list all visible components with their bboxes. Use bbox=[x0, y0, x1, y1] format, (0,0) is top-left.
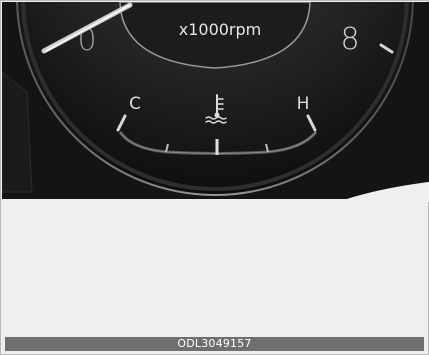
image-code-caption: ODL3049157 bbox=[5, 337, 424, 351]
hot-label: H bbox=[297, 94, 310, 114]
cold-label: C bbox=[129, 94, 141, 114]
cluster-graphic: x1000rpm 0 8 C H bbox=[2, 2, 429, 202]
tachometer-numeral-eight: 8 bbox=[340, 22, 359, 57]
image-frame: x1000rpm 0 8 C H ODL3049157 bbox=[0, 0, 429, 355]
rpm-unit-label: x1000rpm bbox=[179, 20, 262, 39]
instrument-cluster: x1000rpm 0 8 C H bbox=[2, 2, 429, 202]
